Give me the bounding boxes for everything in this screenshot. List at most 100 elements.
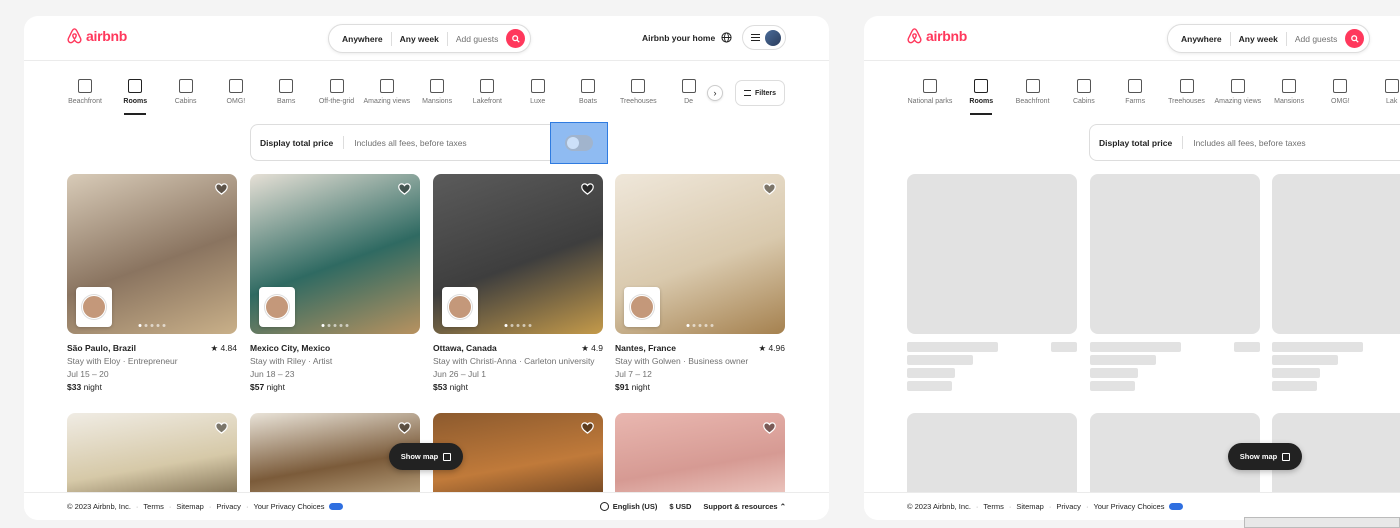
- category-rooms[interactable]: Rooms: [109, 78, 161, 115]
- price-toggle-highlight[interactable]: [550, 122, 608, 164]
- footer-terms-link[interactable]: Terms: [983, 502, 1003, 511]
- host-avatar: [82, 295, 106, 319]
- airbnb-your-home-link[interactable]: Airbnb your home: [642, 33, 715, 43]
- listing-info: Ottawa, Canada ★ 4.9 Stay with Christi-Ann…: [433, 342, 603, 394]
- footer-privacy-link[interactable]: Privacy: [216, 502, 241, 511]
- design-icon: [681, 79, 696, 93]
- category-beachfront[interactable]: Beachfront: [59, 78, 111, 105]
- footer-sitemap-link[interactable]: Sitemap: [176, 502, 204, 511]
- category-treehouses[interactable]: Treehouses: [1161, 78, 1213, 105]
- listing-photo[interactable]: [250, 174, 420, 334]
- category-cabins[interactable]: Cabins: [1058, 78, 1110, 105]
- search-guests[interactable]: Add guests: [448, 34, 507, 44]
- search-button[interactable]: [1345, 29, 1365, 48]
- heart-icon[interactable]: [763, 421, 776, 434]
- airbnb-logo[interactable]: airbnb: [67, 28, 127, 44]
- listing-host: Stay with Riley · Artist: [250, 356, 333, 366]
- carousel-dots: [138, 324, 166, 327]
- heart-icon[interactable]: [215, 182, 228, 195]
- category-boats[interactable]: Boats: [562, 78, 614, 105]
- category-lakefront[interactable]: Lak: [1366, 78, 1400, 105]
- listing-host: Stay with Golwen · Business owner: [615, 356, 749, 366]
- price-amount: $53: [433, 382, 448, 392]
- show-map-button[interactable]: Show map: [1228, 443, 1302, 470]
- listing-location: Ottawa, Canada: [433, 343, 497, 353]
- host-badge: [442, 287, 478, 327]
- search-when[interactable]: Any week: [1231, 34, 1286, 44]
- search-guests[interactable]: Add guests: [1287, 34, 1346, 44]
- category-label: Lakefront: [472, 98, 502, 105]
- luxe-icon: [530, 79, 545, 93]
- category-farms[interactable]: Farms: [1109, 78, 1161, 105]
- listing-photo[interactable]: [67, 174, 237, 334]
- host-avatar: [265, 295, 289, 319]
- heart-icon[interactable]: [215, 421, 228, 434]
- airbnb-logo[interactable]: airbnb: [907, 28, 967, 44]
- views-icon: [379, 79, 394, 93]
- listing-card[interactable]: São Paulo, Brazil ★ 4.84 Stay with Eloy · …: [67, 174, 237, 394]
- search-button[interactable]: [506, 29, 526, 48]
- heart-icon[interactable]: [581, 182, 594, 195]
- category-omg[interactable]: OMG!: [210, 78, 262, 105]
- search-where[interactable]: Anywhere: [1168, 34, 1230, 44]
- skeleton-line: [1090, 368, 1138, 378]
- rating-value: 4.9: [591, 343, 603, 353]
- category-cabins[interactable]: Cabins: [160, 78, 212, 105]
- listing-info: Nantes, France ★ 4.96 Stay with Golwen · B…: [615, 342, 785, 394]
- show-map-button[interactable]: Show map: [389, 443, 463, 470]
- support-resources-button[interactable]: Support & resources ⌃: [703, 502, 786, 511]
- search-where[interactable]: Anywhere: [329, 34, 391, 44]
- heart-icon[interactable]: [763, 182, 776, 195]
- footer-privacy-choices-link[interactable]: Your Privacy Choices: [253, 502, 324, 511]
- globe-icon[interactable]: [721, 32, 732, 43]
- listing-card[interactable]: Mexico City, Mexico Stay with Riley · Art…: [250, 174, 420, 394]
- language-selector[interactable]: English (US): [599, 502, 657, 512]
- footer-copyright: © 2023 Airbnb, Inc.: [907, 502, 971, 511]
- footer: © 2023 Airbnb, Inc. · Terms · Sitemap · …: [864, 492, 1400, 520]
- listing-card[interactable]: Nantes, France ★ 4.96 Stay with Golwen · B…: [615, 174, 785, 394]
- category-treehouses[interactable]: Treehouses: [612, 78, 664, 105]
- footer-sitemap-link[interactable]: Sitemap: [1016, 502, 1044, 511]
- skeleton-line: [907, 342, 998, 352]
- user-menu-button[interactable]: [742, 25, 786, 50]
- heart-icon[interactable]: [581, 421, 594, 434]
- footer-terms-link[interactable]: Terms: [143, 502, 163, 511]
- category-beachfront[interactable]: Beachfront: [1007, 78, 1059, 105]
- omg-icon: [1333, 79, 1348, 93]
- price-toggle-switch[interactable]: [565, 135, 593, 151]
- filters-label: Filters: [754, 89, 776, 97]
- category-off-grid[interactable]: Off-the-grid: [311, 78, 363, 105]
- search-when[interactable]: Any week: [392, 34, 447, 44]
- rooms-icon: [128, 79, 143, 93]
- category-omg[interactable]: OMG!: [1314, 78, 1366, 105]
- chevron-right-icon[interactable]: ›: [707, 85, 723, 101]
- listing-photo[interactable]: [615, 174, 785, 334]
- price-unit: night: [449, 382, 468, 392]
- off-grid-icon: [329, 79, 344, 93]
- category-barns[interactable]: Barns: [260, 78, 312, 105]
- footer-privacy-link[interactable]: Privacy: [1056, 502, 1081, 511]
- filters-button[interactable]: Filters: [735, 80, 785, 106]
- category-lakefront[interactable]: Lakefront: [461, 78, 513, 105]
- search-bar[interactable]: Anywhere Any week Add guests: [1167, 24, 1371, 53]
- footer-privacy-choices-link[interactable]: Your Privacy Choices: [1093, 502, 1164, 511]
- category-national-parks[interactable]: National parks: [904, 78, 956, 105]
- category-mansions[interactable]: Mansions: [1263, 78, 1315, 105]
- listing-rating: ★ 4.9: [581, 343, 603, 353]
- lakefront-icon: [1384, 79, 1399, 93]
- footer-copyright: © 2023 Airbnb, Inc.: [67, 502, 131, 511]
- heart-icon[interactable]: [398, 421, 411, 434]
- skeleton-line: [1051, 342, 1077, 352]
- heart-icon[interactable]: [398, 182, 411, 195]
- currency-selector[interactable]: $ USD: [669, 502, 691, 511]
- category-luxe[interactable]: Luxe: [512, 78, 564, 105]
- category-rooms[interactable]: Rooms: [955, 78, 1007, 115]
- category-views[interactable]: Amazing views: [1212, 78, 1264, 105]
- skeleton-line: [907, 381, 952, 391]
- category-mansions[interactable]: Mansions: [411, 78, 463, 105]
- host-avatar: [630, 295, 654, 319]
- listing-photo[interactable]: [433, 174, 603, 334]
- listing-card[interactable]: Ottawa, Canada ★ 4.9 Stay with Christi-Ann…: [433, 174, 603, 394]
- search-bar[interactable]: Anywhere Any week Add guests: [328, 24, 532, 53]
- category-views[interactable]: Amazing views: [361, 78, 413, 105]
